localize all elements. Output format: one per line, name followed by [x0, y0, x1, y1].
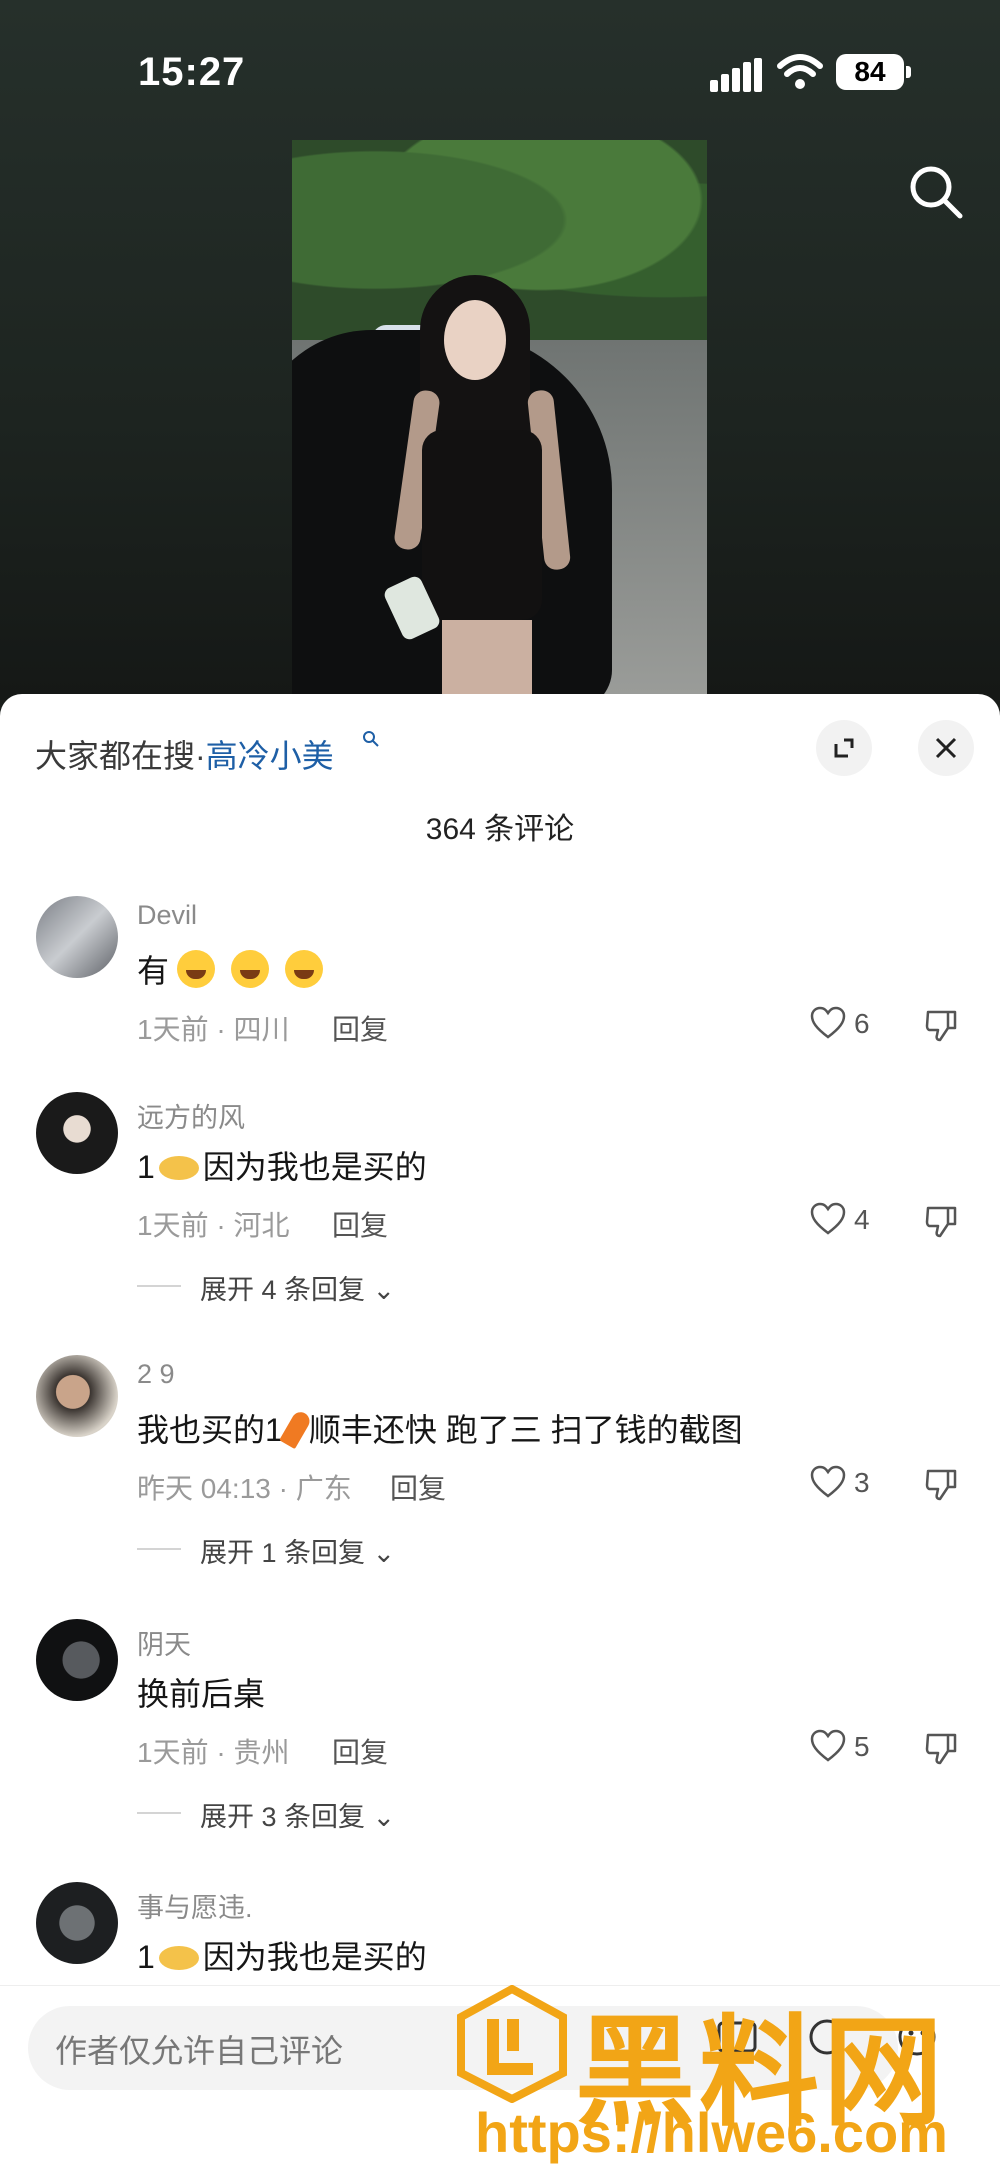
- video-person-body: [422, 430, 542, 620]
- chevron-down-icon: ⌄: [372, 1275, 396, 1305]
- heart-icon[interactable]: [810, 1006, 846, 1040]
- comment-meta: 1天前 · 贵州: [137, 1737, 290, 1768]
- comment-meta: 1天前 · 河北: [137, 1210, 290, 1241]
- comment-sheet: 大家都在搜·高冷小美 364 条评论 Devil 有 1天前 · 四川 回复 6…: [0, 694, 1000, 2173]
- expand-replies-button[interactable]: 展开 3 条回复 ⌄: [200, 1795, 395, 1834]
- laughing-emoji-icon: [285, 950, 324, 988]
- avatar[interactable]: [36, 896, 118, 978]
- comment-text-prefix: 1: [137, 1149, 155, 1185]
- watermark-url: https://hlwe6.com: [475, 2101, 948, 2164]
- gold-ingot-icon: [158, 1946, 199, 1970]
- comment-username[interactable]: 2 9: [137, 1359, 175, 1390]
- video-person-face: [444, 300, 506, 380]
- expand-divider: [137, 1548, 181, 1550]
- heart-icon[interactable]: [810, 1465, 846, 1499]
- comment-text: 1 因为我也是买的: [137, 1142, 427, 1188]
- watermark-logo-icon: [457, 1985, 567, 2103]
- gold-ingot-icon: [158, 1156, 199, 1180]
- laughing-emoji-icon: [177, 950, 216, 988]
- avatar[interactable]: [36, 1619, 118, 1701]
- search-small-icon: [363, 731, 379, 747]
- comment-username[interactable]: Devil: [137, 900, 197, 931]
- reply-button[interactable]: 回复: [332, 1731, 388, 1771]
- hot-search-prefix: 大家都在搜·: [35, 738, 206, 774]
- comment-text: 1 因为我也是买的: [137, 1932, 427, 1978]
- video-person-legs: [442, 620, 532, 695]
- reply-button[interactable]: 回复: [332, 1008, 388, 1048]
- comment-text-suffix: 顺丰还快 跑了三 扫了钱的截图: [308, 1412, 743, 1448]
- expand-icon: [834, 738, 854, 758]
- comment-count: 364 条评论: [425, 813, 575, 846]
- comment-username[interactable]: 远方的风: [137, 1096, 245, 1135]
- avatar[interactable]: [36, 1882, 118, 1964]
- reply-button[interactable]: 回复: [332, 1204, 388, 1244]
- avatar[interactable]: [36, 1092, 118, 1174]
- comment-text: 我也买的1 顺丰还快 跑了三 扫了钱的截图: [137, 1405, 743, 1451]
- close-button[interactable]: [918, 720, 974, 776]
- chevron-down-icon: ⌄: [372, 1538, 396, 1568]
- comment-meta: 1天前 · 四川: [137, 1014, 290, 1045]
- comment-text-suffix: 因为我也是买的: [202, 1939, 427, 1975]
- laughing-emoji-icon: [231, 950, 270, 988]
- expand-divider: [137, 1285, 181, 1287]
- close-icon: [935, 737, 957, 759]
- like-count: 3: [854, 1467, 870, 1498]
- battery-indicator: 84: [836, 54, 904, 90]
- expand-replies-button[interactable]: 展开 1 条回复 ⌄: [200, 1531, 395, 1570]
- comment-text: 换前后桌: [137, 1676, 266, 1712]
- comment-text-suffix: 因为我也是买的: [202, 1149, 427, 1185]
- hot-search-keyword[interactable]: 高冷小美: [206, 738, 334, 774]
- wifi-icon: [777, 54, 823, 89]
- carrot-icon: [279, 1408, 313, 1450]
- cellular-signal-icon: [710, 58, 762, 92]
- dislike-icon[interactable]: [924, 1467, 958, 1501]
- comment-text: 有: [137, 946, 331, 992]
- chevron-down-icon: ⌄: [372, 1802, 396, 1832]
- hot-search[interactable]: 大家都在搜·高冷小美: [35, 731, 334, 777]
- like-count: 4: [854, 1204, 870, 1235]
- video-player[interactable]: [292, 140, 707, 695]
- expand-replies-label: 展开 4 条回复: [200, 1275, 366, 1305]
- expand-button[interactable]: [816, 720, 872, 776]
- comment-text-prefix: 我也买的1: [137, 1412, 283, 1448]
- comment-username[interactable]: 事与愿违.: [137, 1886, 253, 1925]
- like-count: 6: [854, 1008, 870, 1039]
- expand-divider: [137, 1812, 181, 1814]
- expand-replies-label: 展开 1 条回复: [200, 1538, 366, 1568]
- comment-input-placeholder: 作者仅允许自己评论: [55, 2033, 344, 2069]
- expand-replies-button[interactable]: 展开 4 条回复 ⌄: [200, 1268, 395, 1307]
- avatar[interactable]: [36, 1355, 118, 1437]
- heart-icon[interactable]: [810, 1729, 846, 1763]
- status-time: 15:27: [138, 50, 246, 94]
- comment-username[interactable]: 阴天: [137, 1623, 191, 1662]
- battery-tip: [906, 66, 911, 78]
- comment-text-prefix: 1: [137, 1939, 155, 1975]
- like-count: 5: [854, 1731, 870, 1762]
- reply-button[interactable]: 回复: [390, 1467, 446, 1507]
- dislike-icon[interactable]: [924, 1008, 958, 1042]
- search-icon[interactable]: [906, 162, 966, 222]
- dislike-icon[interactable]: [924, 1204, 958, 1238]
- expand-replies-label: 展开 3 条回复: [200, 1802, 366, 1832]
- comment-meta: 昨天 04:13 · 广东: [137, 1473, 352, 1504]
- comment-text-prefix: 有: [137, 953, 170, 989]
- dislike-icon[interactable]: [924, 1731, 958, 1765]
- heart-icon[interactable]: [810, 1202, 846, 1236]
- status-bar: 15:27 84: [0, 0, 1000, 140]
